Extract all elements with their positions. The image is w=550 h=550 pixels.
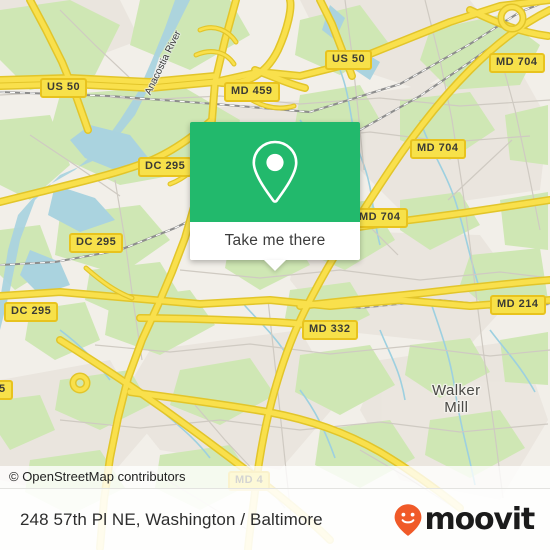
- road-shield: MD 459: [224, 82, 280, 102]
- road-shield: MD 704: [489, 53, 545, 73]
- road-shield: MD 704: [410, 139, 466, 159]
- road-shield: DC 295: [4, 302, 59, 322]
- moovit-smiling-pin-icon: [394, 503, 421, 536]
- map-screenshot: Anacostia River Walker Mill US 50 US 50 …: [0, 0, 550, 550]
- road-shield: US 50: [40, 78, 88, 98]
- road-shield: DC 295: [138, 157, 193, 177]
- take-me-there-label: Take me there: [224, 232, 326, 249]
- road-shield: DC 295: [69, 233, 124, 253]
- road-shield: US 50: [325, 50, 373, 70]
- moovit-wordmark: moovit: [424, 501, 536, 537]
- popup-pointer-tail: [264, 260, 286, 271]
- map-pin-icon: [252, 140, 298, 203]
- footer-bar: 248 57th Pl NE, Washington / Baltimore m…: [0, 488, 550, 550]
- address-label: 248 57th Pl NE, Washington / Baltimore: [20, 509, 323, 529]
- road-shield: MD 214: [490, 295, 546, 315]
- road-shield: MD 332: [302, 320, 358, 340]
- location-popup-card[interactable]: Take me there: [190, 122, 360, 271]
- road-shield: MD 704: [352, 208, 408, 228]
- osm-attribution[interactable]: © OpenStreetMap contributors: [0, 466, 550, 488]
- popup-action-bar[interactable]: Take me there: [190, 222, 360, 271]
- road-shield: 5: [0, 380, 13, 400]
- moovit-brand[interactable]: moovit: [393, 501, 536, 537]
- popup-image-area: [190, 122, 360, 222]
